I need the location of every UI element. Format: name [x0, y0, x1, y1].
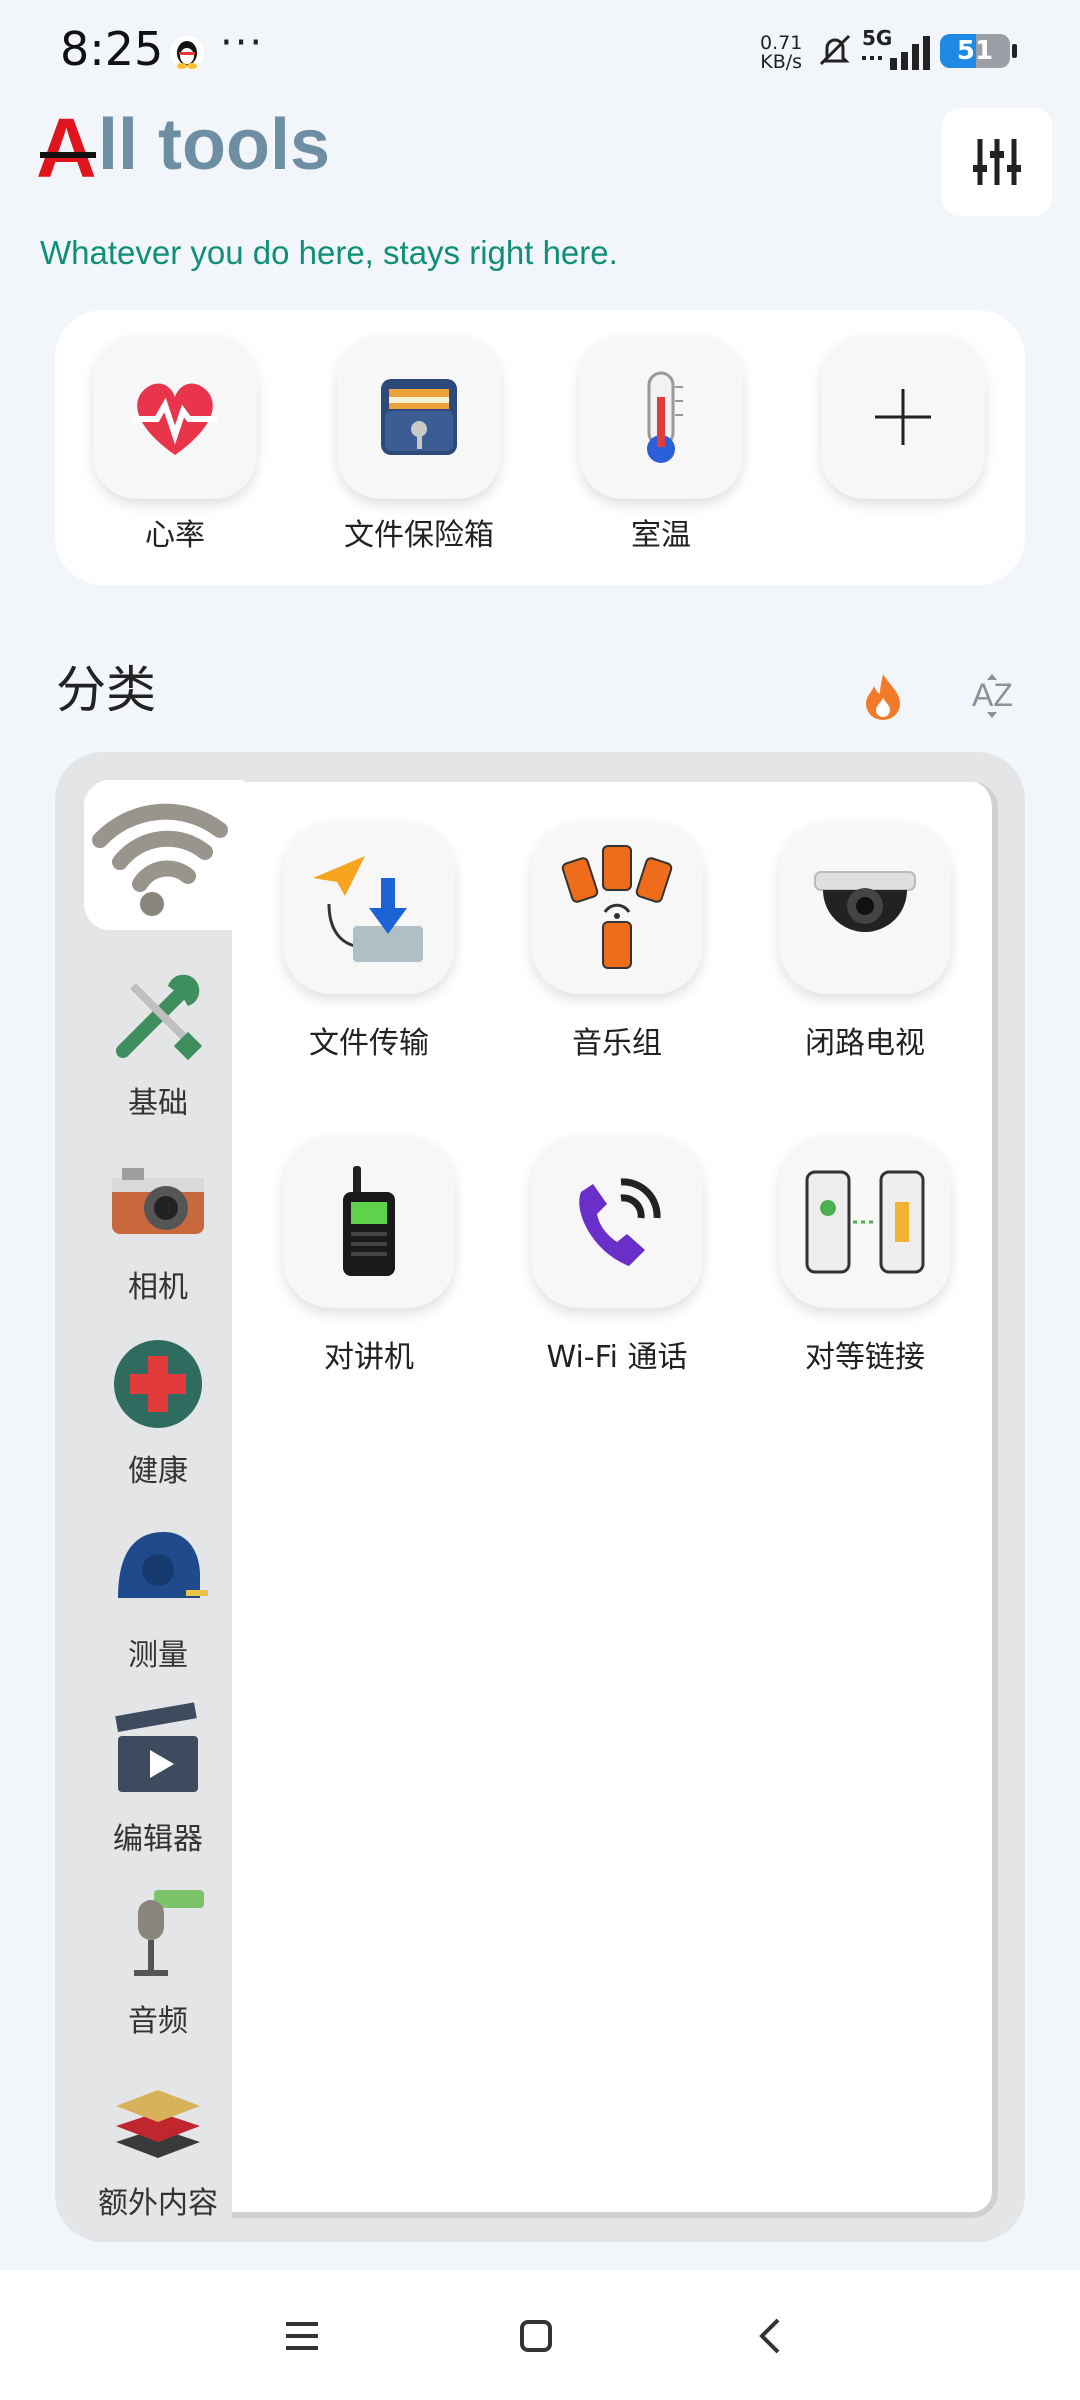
system-nav-bar [0, 2270, 1080, 2400]
wifi-icon [92, 803, 228, 916]
tool-wifi-call[interactable] [531, 1136, 703, 1308]
thermometer-icon [647, 371, 683, 463]
favorite-heart-rate[interactable] [93, 335, 257, 499]
tool-peer-link[interactable] [779, 1136, 951, 1308]
menu-icon[interactable] [282, 2318, 322, 2354]
favorite-label: 心率 [145, 518, 205, 553]
file-transfer-icon [313, 856, 423, 962]
tool-walkie-talkie[interactable] [283, 1136, 455, 1308]
sidebar-item-measure[interactable]: 测量 [84, 1518, 232, 1678]
clapperboard-icon [115, 1702, 198, 1792]
sidebar-item-health[interactable]: 健康 [84, 1334, 232, 1494]
status-bar: 8:25 ··· 0.71 KB/s 5G 51 [0, 0, 1080, 100]
tape-measure-icon [118, 1532, 208, 1598]
app-logo-letter: A [36, 101, 97, 195]
sidebar-item-basic[interactable]: 基础 [84, 966, 232, 1126]
layers-icon [116, 2090, 200, 2158]
tool-grid-panel [232, 782, 998, 2218]
sidebar-item-editor[interactable]: 编辑器 [84, 1702, 232, 1862]
favorite-room-temp[interactable] [579, 335, 743, 499]
tool-file-transfer[interactable] [283, 822, 455, 994]
qq-icon [170, 36, 204, 70]
sidebar-label: 额外内容 [98, 2186, 218, 2221]
favorite-file-vault[interactable] [337, 335, 501, 499]
sidebar-label: 音频 [128, 2004, 188, 2039]
category-heading: 分类 [56, 661, 156, 719]
tool-label: Wi-Fi 通话 [546, 1340, 688, 1375]
file-vault-icon [381, 379, 457, 455]
app-title: ll tools [98, 105, 330, 185]
tool-label: 对等链接 [805, 1340, 925, 1375]
microphone-icon [134, 1890, 204, 1976]
heart-rate-icon [133, 383, 217, 455]
sidebar-item-extras[interactable]: 额外内容 [84, 2066, 232, 2226]
more-notifications-icon: ··· [220, 20, 265, 66]
wifi-call-icon [579, 1178, 661, 1266]
sliders-icon [973, 139, 1021, 185]
tools-icon [116, 974, 203, 1061]
back-icon[interactable] [752, 2316, 788, 2356]
favorite-label: 文件保险箱 [344, 518, 494, 553]
az-sort-icon[interactable]: AZ [972, 672, 1022, 720]
sidebar-item-camera[interactable]: 相机 [84, 1150, 232, 1310]
cctv-camera-icon [814, 871, 916, 932]
peer-link-icon [805, 1170, 925, 1274]
battery-icon: 51 [940, 34, 1010, 68]
favorite-label: 室温 [631, 518, 691, 553]
network-type: 5G [862, 26, 893, 50]
svg-text:AZ: AZ [972, 677, 1013, 713]
tool-cctv[interactable] [779, 822, 951, 994]
music-group-icon [561, 845, 673, 969]
tool-music-group[interactable] [531, 822, 703, 994]
add-favorite-button[interactable] [821, 335, 985, 499]
tool-label: 文件传输 [309, 1026, 429, 1061]
app-logo-strike [40, 152, 96, 158]
favorites-card: 心率 文件保险箱 室温 [55, 310, 1025, 585]
subtitle: Whatever you do here, stays right here. [40, 234, 618, 271]
mute-icon [815, 30, 855, 70]
net-speed: 0.71 KB/s [760, 34, 802, 72]
sidebar-label: 测量 [128, 1638, 188, 1673]
walkie-talkie-icon [343, 1166, 395, 1276]
tool-label: 闭路电视 [805, 1026, 925, 1061]
sidebar-label: 健康 [128, 1454, 188, 1489]
battery-level: 51 [956, 36, 994, 66]
sidebar-item-connectivity[interactable] [84, 780, 244, 930]
net-speed-unit: KB/s [760, 51, 803, 73]
battery-tip [1012, 44, 1017, 58]
health-cross-icon [114, 1340, 202, 1428]
status-time: 8:25 [60, 22, 164, 76]
tool-label: 对讲机 [324, 1340, 414, 1375]
settings-button[interactable] [942, 108, 1052, 216]
sidebar-label: 编辑器 [113, 1822, 203, 1857]
sidebar-label: 相机 [128, 1270, 188, 1305]
sidebar-label: 基础 [128, 1086, 188, 1121]
sidebar-item-audio[interactable]: 音频 [84, 1884, 232, 2044]
tool-label: 音乐组 [572, 1026, 662, 1061]
camera-icon [112, 1168, 204, 1234]
flame-icon[interactable] [862, 672, 904, 720]
home-icon[interactable] [518, 2318, 554, 2354]
plus-icon [875, 389, 931, 445]
